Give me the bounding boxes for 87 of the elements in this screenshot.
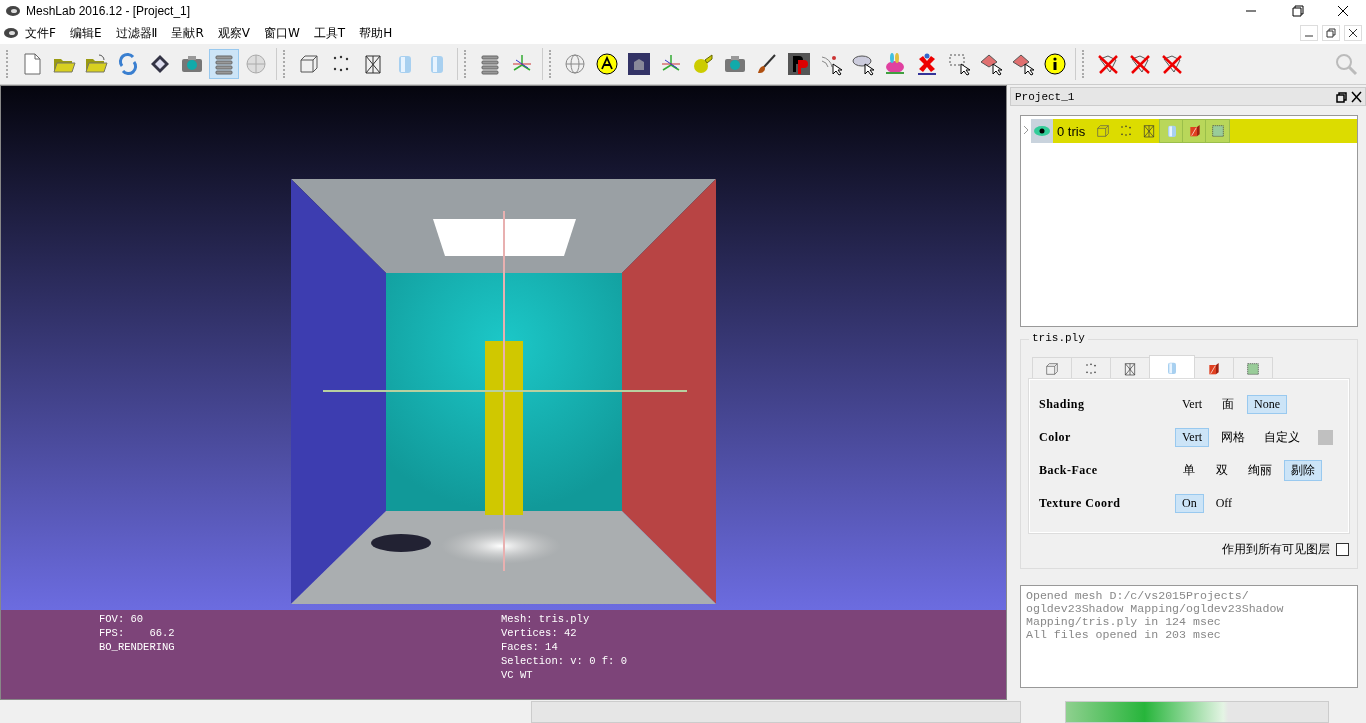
close-icon[interactable]: [1344, 25, 1362, 41]
option-button[interactable]: None: [1247, 395, 1287, 414]
option-button[interactable]: 剔除: [1284, 460, 1322, 481]
menu-item[interactable]: 编辑E: [62, 24, 109, 42]
plugin-icon: [787, 52, 811, 76]
info-text: Selection: v: 0 f: 0: [501, 654, 628, 668]
checkbox[interactable]: [1336, 543, 1349, 556]
info-text: Vertices: 42: [501, 626, 578, 640]
layer-name: 0 tris: [1056, 123, 1087, 139]
render-mode-toggle[interactable]: [1183, 120, 1207, 142]
delete-icon: [1160, 52, 1184, 76]
visibility-toggle[interactable]: [1031, 119, 1053, 143]
setting-label: Color: [1039, 430, 1072, 445]
info-text: FOV: 60: [99, 612, 145, 626]
option-button[interactable]: 网格: [1214, 427, 1252, 448]
cube-icon: [1044, 360, 1060, 377]
delete-icon: [1128, 52, 1152, 76]
folder-icon: [84, 52, 108, 76]
menu-item[interactable]: 工具T: [306, 24, 353, 42]
tab[interactable]: [1233, 357, 1273, 379]
select-ellipse-icon: [851, 52, 875, 76]
option-button[interactable]: Off: [1208, 494, 1240, 513]
group-title: tris.ply: [1029, 332, 1088, 344]
select-faces-icon: [979, 52, 1003, 76]
panel-title: Project_1: [1015, 90, 1076, 103]
reload-icon: [116, 52, 140, 76]
bounding-box-icon: [1245, 360, 1261, 377]
wireframe-icon: [1122, 360, 1138, 377]
option-button[interactable]: On: [1175, 494, 1204, 513]
render-mode-toggle[interactable]: [1206, 120, 1230, 142]
info-text: Faces: 14: [501, 640, 559, 654]
option-button[interactable]: 自定义: [1257, 427, 1307, 448]
select-faces-icon: [1011, 52, 1035, 76]
globe-icon: [563, 52, 587, 76]
option-button[interactable]: Vert: [1175, 428, 1209, 447]
annotation-icon: [595, 52, 619, 76]
sphere-icon: [244, 52, 268, 76]
app-logo-icon[interactable]: [4, 27, 18, 39]
brush-icon: [755, 52, 779, 76]
log-line: Mapping/tris.ply in 124 msec: [1026, 615, 1222, 628]
bounding-box-icon: [1209, 123, 1226, 139]
setting-label: Back-Face: [1039, 463, 1099, 478]
info-text: VC WT: [501, 668, 534, 682]
georef-icon: [915, 52, 939, 76]
eye-icon: [1033, 125, 1051, 137]
checkbox-label: 作用到所有可见图层: [1222, 541, 1330, 558]
option-button[interactable]: 双: [1208, 460, 1236, 481]
color-swatch[interactable]: [1318, 430, 1333, 445]
minimize-icon[interactable]: [1300, 25, 1318, 41]
info-text: BO_RENDERING: [99, 640, 176, 654]
layer-row[interactable]: 0 tris: [1053, 119, 1357, 143]
restore-icon[interactable]: [1322, 25, 1340, 41]
close-icon[interactable]: [1349, 90, 1365, 103]
textured-box-icon: [1206, 360, 1222, 377]
window-title: MeshLab 2016.12 - [Project_1]: [26, 4, 192, 18]
option-button[interactable]: 绚丽: [1241, 460, 1279, 481]
select-rectangle-icon: [947, 52, 971, 76]
cube-icon: [1094, 123, 1111, 139]
setting-label: Texture Coord: [1039, 496, 1122, 511]
museum-icon: [627, 52, 651, 76]
option-button[interactable]: 面: [1214, 394, 1242, 415]
menu-item[interactable]: 呈献R: [164, 24, 211, 42]
tab[interactable]: [1110, 357, 1150, 379]
app-logo-icon: [6, 5, 20, 17]
delete-icon: [1096, 52, 1120, 76]
info-text: Mesh: tris.ply: [501, 612, 591, 626]
bunny-icon: [883, 52, 907, 76]
menu-item[interactable]: 观察V: [210, 24, 257, 42]
info-text: FPS: 66.2: [99, 626, 176, 640]
tape-measure-icon: [691, 52, 715, 76]
layers-icon: [478, 52, 502, 76]
render-mode-toggle[interactable]: [1160, 120, 1184, 142]
menu-item[interactable]: 过滤器Ⅱ: [108, 24, 165, 42]
layers-icon: [212, 52, 236, 76]
menu-item[interactable]: 文件F: [18, 24, 63, 42]
option-button[interactable]: 单: [1175, 460, 1203, 481]
log-line: Opened mesh D:/c/vs2015Projects/: [1026, 589, 1250, 602]
tab[interactable]: [1032, 357, 1072, 379]
info-icon: [1043, 52, 1067, 76]
menu-item[interactable]: 帮助H: [352, 24, 400, 42]
option-button[interactable]: Vert: [1175, 395, 1209, 414]
log-line: All files opened in 203 msec: [1026, 628, 1222, 641]
log-line: ogldev23Shadow Mapping/ogldev23Shadow: [1026, 602, 1285, 615]
menu-item[interactable]: 窗口W: [256, 24, 307, 42]
float-icon[interactable]: [1333, 90, 1349, 103]
setting-label: Shading: [1039, 397, 1086, 412]
cube-icon: [297, 52, 321, 76]
